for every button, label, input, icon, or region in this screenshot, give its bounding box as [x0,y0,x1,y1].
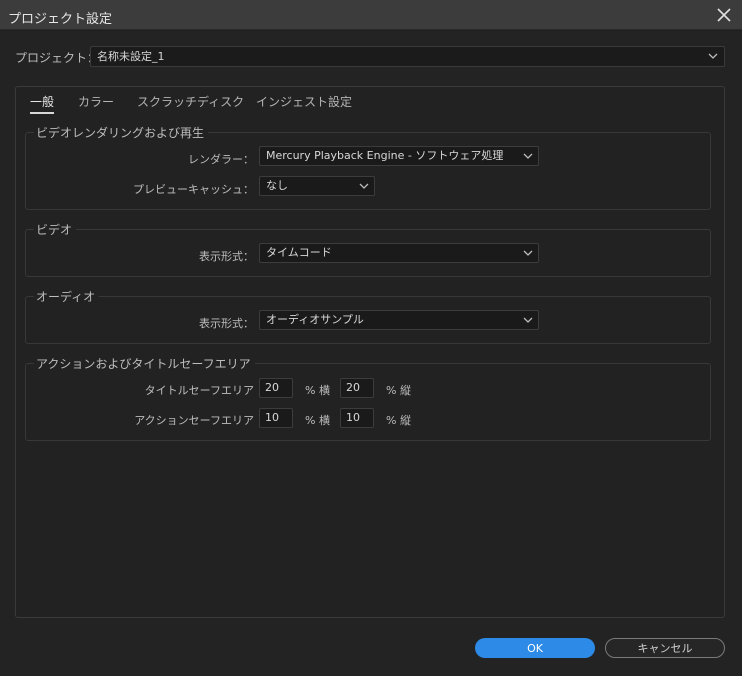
preview-cache-select[interactable]: なし [259,176,375,196]
project-label: プロジェクト： [15,51,100,65]
cancel-button[interactable]: キャンセル [605,638,725,658]
project-select-value: 名称未設定_1 [97,50,165,63]
ok-button[interactable]: OK [475,638,595,658]
video-display-format-select[interactable]: タイムコード [259,243,539,263]
title-safe-horizontal-unit: % 横 [305,384,330,397]
action-safe-vertical-unit: % 縦 [386,414,411,427]
video-display-format-label: 表示形式： [199,250,254,263]
audio-display-format-label: 表示形式： [199,317,254,330]
tab-ingest-settings[interactable]: インジェスト設定 [256,93,352,110]
title-safe-label: タイトルセーフエリア [144,384,254,397]
video-rendering-group: ビデオレンダリングおよび再生 [25,124,711,210]
audio-title: オーディオ [34,288,100,305]
tab-color[interactable]: カラー [78,93,114,110]
video-rendering-title: ビデオレンダリングおよび再生 [34,124,209,141]
title-bar: プロジェクト設定 [0,0,742,30]
action-safe-label: アクションセーフエリア [134,414,254,427]
safe-areas-group: アクションおよびタイトルセーフエリア [25,355,711,441]
tab-general[interactable]: 一般 [30,93,55,114]
title-safe-vertical-input[interactable]: 20 [340,378,374,398]
title-safe-horizontal-input[interactable]: 20 [259,378,293,398]
tab-scratch-disks[interactable]: スクラッチディスク [137,93,244,110]
audio-display-format-select[interactable]: オーディオサンプル [259,310,539,330]
video-title: ビデオ [34,221,77,238]
preview-cache-value: なし [266,179,288,192]
renderer-value: Mercury Playback Engine - ソフトウェア処理 [266,149,504,162]
chevron-down-icon [359,183,369,189]
video-display-format-value: タイムコード [266,246,332,259]
action-safe-vertical-input[interactable]: 10 [340,408,374,428]
close-icon[interactable] [714,5,734,25]
chevron-down-icon [523,250,533,256]
chevron-down-icon [708,53,718,59]
window-title: プロジェクト設定 [8,12,113,27]
project-select[interactable]: 名称未設定_1 [90,46,725,67]
action-safe-horizontal-unit: % 横 [305,414,330,427]
renderer-label: レンダラー： [188,153,254,166]
safe-areas-title: アクションおよびタイトルセーフエリア [34,355,255,372]
title-safe-vertical-unit: % 縦 [386,384,411,397]
chevron-down-icon [523,153,533,159]
audio-display-format-value: オーディオサンプル [266,313,364,326]
preview-cache-label: プレビューキャッシュ： [133,183,254,196]
action-safe-horizontal-input[interactable]: 10 [259,408,293,428]
renderer-select[interactable]: Mercury Playback Engine - ソフトウェア処理 [259,146,539,166]
chevron-down-icon [523,317,533,323]
